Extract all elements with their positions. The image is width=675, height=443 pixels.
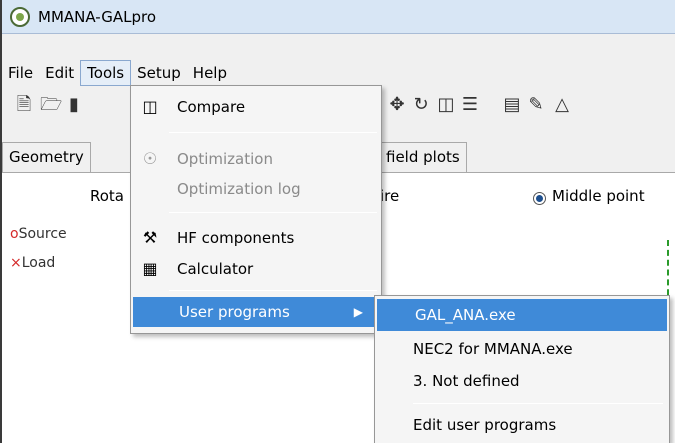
- legend-load-label: Load: [21, 255, 56, 271]
- tools-icon: ⚒: [142, 228, 158, 247]
- menu-separator: [169, 212, 377, 213]
- menu-separator: [413, 403, 663, 404]
- move-icon[interactable]: ✥: [387, 94, 407, 116]
- pencil-icon[interactable]: ✎: [526, 94, 546, 116]
- menu-item-compare-label: Compare: [177, 98, 246, 116]
- tab-far-field-plots[interactable]: field plots: [380, 142, 467, 172]
- wire-label: ire: [380, 187, 400, 205]
- legend-source-label: Source: [18, 226, 67, 242]
- open-folder-icon[interactable]: 🗁: [40, 94, 62, 116]
- menu-item-calculator-label: Calculator: [177, 260, 254, 278]
- compare-icon: ◫: [142, 97, 158, 116]
- menu-item-optimization[interactable]: ☉ Optimization: [131, 144, 381, 174]
- tools-dropdown-menu: ◫ Compare ☉ Optimization Optimization lo…: [130, 85, 382, 334]
- source-marker-icon: o: [10, 226, 19, 242]
- submenu-item-edit-user-programs[interactable]: Edit user programs: [375, 409, 669, 441]
- menu-item-user-programs-label: User programs: [179, 303, 290, 321]
- menu-item-optimization-label: Optimization: [177, 150, 273, 168]
- menu-item-calculator[interactable]: ▦ Calculator: [131, 254, 381, 284]
- menu-file[interactable]: File: [2, 60, 39, 86]
- optimization-icon: ☉: [142, 149, 158, 168]
- load-marker-icon: ×: [10, 255, 22, 271]
- submenu-arrow-icon: ▶: [353, 305, 363, 319]
- menu-item-optimization-log[interactable]: Optimization log: [131, 174, 381, 204]
- menu-separator: [169, 290, 377, 291]
- title-bar: MMANA-GALpro: [2, 0, 675, 34]
- legend-load: ×Load: [10, 255, 55, 271]
- menu-item-optimization-log-label: Optimization log: [177, 180, 301, 198]
- menu-item-hf-components[interactable]: ⚒ HF components: [131, 223, 381, 253]
- menu-item-compare[interactable]: ◫ Compare: [131, 92, 381, 122]
- menu-setup[interactable]: Setup: [131, 60, 187, 86]
- middle-point-radio[interactable]: [533, 192, 546, 205]
- legend-source: oSource: [10, 226, 67, 242]
- new-file-icon[interactable]: 🗎: [14, 94, 34, 116]
- align-icon[interactable]: ☰: [460, 94, 480, 116]
- menu-tools[interactable]: Tools: [80, 60, 132, 86]
- copy-icon[interactable]: ◫: [436, 94, 456, 116]
- submenu-item-not-defined[interactable]: 3. Not defined: [375, 365, 669, 397]
- app-icon: [10, 6, 30, 27]
- app-window: MMANA-GALpro File Edit Tools Setup Help …: [0, 0, 675, 443]
- rotate-icon[interactable]: ↻: [411, 94, 431, 116]
- save-icon[interactable]: ▮: [64, 94, 84, 116]
- window-title: MMANA-GALpro: [38, 7, 157, 26]
- menu-item-hf-components-label: HF components: [177, 229, 295, 247]
- submenu-item-nec2[interactable]: NEC2 for MMANA.exe: [375, 333, 669, 365]
- user-programs-submenu: GAL_ANA.exe NEC2 for MMANA.exe 3. Not de…: [374, 295, 670, 443]
- triangle-icon[interactable]: △: [552, 94, 572, 116]
- middle-point-label: Middle point: [552, 187, 645, 205]
- menu-separator: [169, 132, 377, 133]
- submenu-item-gal-ana[interactable]: GAL_ANA.exe: [377, 299, 667, 331]
- menu-item-user-programs[interactable]: User programs ▶: [133, 297, 379, 327]
- tab-geometry[interactable]: Geometry: [2, 142, 91, 172]
- menu-help[interactable]: Help: [187, 60, 233, 86]
- menu-edit[interactable]: Edit: [39, 60, 80, 86]
- document-icon[interactable]: ▤: [502, 94, 522, 116]
- calculator-icon: ▦: [142, 259, 158, 278]
- menu-bar: File Edit Tools Setup Help: [2, 60, 675, 86]
- rotate-label: Rota: [90, 187, 124, 205]
